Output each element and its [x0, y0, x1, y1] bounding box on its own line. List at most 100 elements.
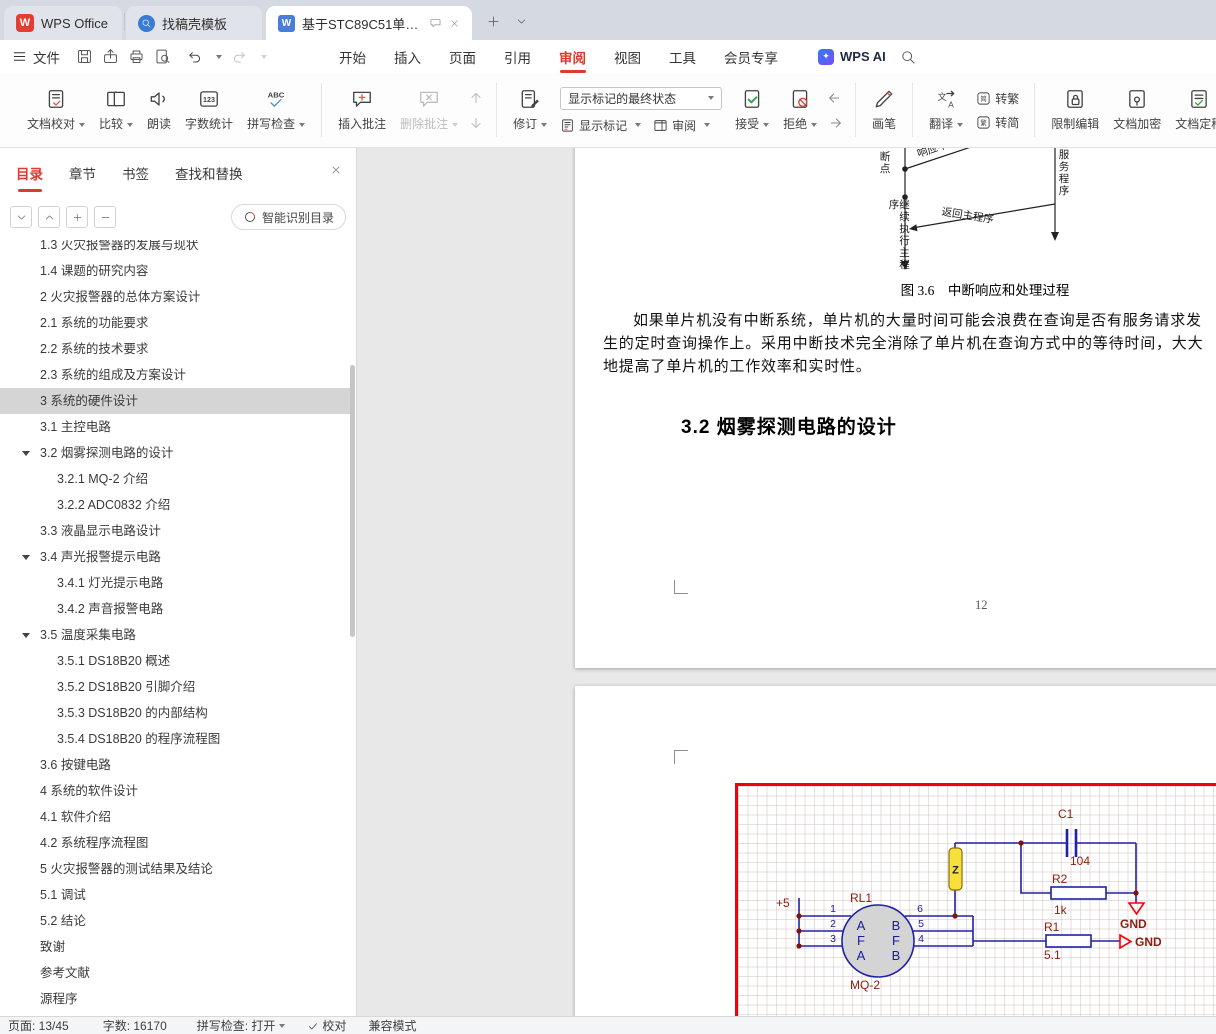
document-canvas[interactable]: 断点 继续执行主程序 中断服务程序 响应中断 返回主程序 图 3.6 中断响应和… [357, 148, 1216, 1016]
review-pane-button[interactable]: 审阅 [653, 117, 711, 134]
toc-item[interactable]: 3.6 按键电路 [0, 752, 350, 778]
ribbon-spell-check-button[interactable]: ABC 拼写检查 [240, 83, 312, 137]
menu-tab-insert[interactable]: 插入 [380, 40, 435, 73]
toc-expand-arrow-icon[interactable] [22, 633, 30, 638]
save-icon[interactable] [76, 48, 93, 65]
menu-tab-member[interactable]: 会员专享 [710, 40, 792, 73]
close-sidebar-icon[interactable] [330, 164, 342, 176]
sidebar-tab-contents[interactable]: 目录 [16, 148, 43, 198]
previous-revision-icon[interactable] [826, 89, 844, 107]
toc-item[interactable]: 3.4.1 灯光提示电路 [0, 570, 350, 596]
menu-tab-review[interactable]: 审阅 [545, 40, 600, 73]
toc-item[interactable]: 源程序 [0, 986, 350, 1012]
next-comment-icon[interactable] [467, 114, 485, 132]
zoom-out-outline-button[interactable] [94, 206, 116, 228]
toc-item[interactable]: 3.5.1 DS18B20 概述 [0, 648, 350, 674]
previous-comment-icon[interactable] [467, 89, 485, 107]
sidebar-tab-bookmarks[interactable]: 书签 [122, 148, 149, 198]
ribbon-insert-comment-button[interactable]: 插入批注 [331, 83, 393, 137]
toc-item[interactable]: 3.5.3 DS18B20 的内部结构 [0, 700, 350, 726]
toc-item[interactable]: 5.1 调试 [0, 882, 350, 908]
status-proofread[interactable]: 校对 [307, 1017, 346, 1034]
collapse-all-button[interactable] [10, 206, 32, 228]
search-icon[interactable] [900, 49, 916, 65]
toc-item[interactable]: 参考文献 [0, 960, 350, 986]
ribbon-read-aloud-button[interactable]: 朗读 [140, 83, 178, 137]
zoom-in-outline-button[interactable] [66, 206, 88, 228]
menu-tab-page[interactable]: 页面 [435, 40, 490, 73]
ribbon-pen-button[interactable]: 画笔 [865, 83, 903, 137]
toc-item[interactable]: 1.4 课题的研究内容 [0, 258, 350, 284]
menu-tab-tools[interactable]: 工具 [655, 40, 710, 73]
toc-item[interactable]: 5 火灾报警器的测试结果及结论 [0, 856, 350, 882]
toc-item[interactable]: 4 系统的软件设计 [0, 778, 350, 804]
tab-document[interactable]: W 基于STC89C51单片机的无线... [266, 6, 472, 40]
print-preview-icon[interactable] [154, 48, 171, 65]
menu-tab-view[interactable]: 视图 [600, 40, 655, 73]
ribbon-encrypt-button[interactable]: 文档加密 [1106, 83, 1168, 137]
toc-item[interactable]: 3.4.2 声音报警电路 [0, 596, 350, 622]
print-icon[interactable] [128, 48, 145, 65]
close-tab-icon[interactable] [449, 18, 460, 29]
toc-item[interactable]: 5.2 结论 [0, 908, 350, 934]
sidebar-tab-chapters[interactable]: 章节 [69, 148, 96, 198]
new-tab-button[interactable] [482, 10, 504, 32]
undo-caret[interactable] [216, 54, 222, 59]
ribbon-reject-button[interactable]: 拒绝 [776, 83, 824, 137]
ribbon-word-count-button[interactable]: 123 字数统计 [178, 83, 240, 137]
ribbon-delete-comment-button[interactable]: 删除批注 [393, 83, 465, 137]
sidebar-scrollbar[interactable] [350, 365, 355, 637]
toc-expand-arrow-icon[interactable] [22, 451, 30, 456]
menu-tab-reference[interactable]: 引用 [490, 40, 545, 73]
toc-item[interactable]: 4.2 系统程序流程图 [0, 830, 350, 856]
status-spellcheck[interactable]: 拼写检查: 打开 [197, 1017, 286, 1034]
traditional-to-simplified-button[interactable]: 繁 转简 [976, 114, 1019, 131]
toc-item[interactable]: 3.5.4 DS18B20 的程序流程图 [0, 726, 350, 752]
toc-item[interactable]: 3.5.2 DS18B20 引脚介绍 [0, 674, 350, 700]
redo-icon[interactable] [231, 48, 248, 65]
ribbon-accept-button[interactable]: 接受 [728, 83, 776, 137]
toc-item[interactable]: 3.5 温度采集电路 [0, 622, 350, 648]
smart-toc-button[interactable]: 智能识别目录 [230, 204, 346, 230]
toc-item[interactable]: 3.3 液晶显示电路设计 [0, 518, 350, 544]
export-icon[interactable] [102, 48, 119, 65]
toc-item[interactable]: 致谢 [0, 934, 350, 960]
toc-item[interactable]: 3.4 声光报警提示电路 [0, 544, 350, 570]
toc-item[interactable]: 3.2 烟雾探测电路的设计 [0, 440, 350, 466]
show-marks-button[interactable]: 显示标记 [560, 117, 642, 134]
sidebar-tab-find-replace[interactable]: 查找和替换 [175, 148, 243, 198]
status-compat-mode[interactable]: 兼容模式 [368, 1017, 416, 1034]
toc-item[interactable]: 2.3 系统的组成及方案设计 [0, 362, 350, 388]
toc-item[interactable]: 4.1 软件介绍 [0, 804, 350, 830]
ribbon-track-changes-button[interactable]: 修订 [506, 83, 554, 137]
status-word-count[interactable]: 字数: 16170 [103, 1017, 167, 1034]
ribbon-finalize-button[interactable]: 文档定稿 [1168, 83, 1216, 137]
simplified-to-traditional-button[interactable]: 简 转繁 [976, 90, 1019, 107]
toc-item[interactable]: 2.1 系统的功能要求 [0, 310, 350, 336]
file-menu-button[interactable]: 文件 [12, 47, 60, 67]
ribbon-restrict-editing-button[interactable]: 限制编辑 [1044, 83, 1106, 137]
undo-icon[interactable] [186, 48, 203, 65]
ribbon-compare-button[interactable]: 比较 [92, 83, 140, 137]
expand-all-button[interactable] [38, 206, 60, 228]
wps-ai-button[interactable]: ✦ WPS AI [818, 48, 886, 65]
redo-caret[interactable] [261, 54, 267, 59]
status-page-indicator[interactable]: 页面: 13/45 [8, 1017, 69, 1034]
tab-docer-template[interactable]: 找稿壳模板 [126, 6, 262, 40]
next-revision-icon[interactable] [826, 114, 844, 132]
tab-wps-office[interactable]: W WPS Office [4, 6, 122, 40]
display-state-dropdown[interactable]: 显示标记的最终状态 [560, 86, 723, 110]
toc-item[interactable]: 1.3 火灾报警器的发展与现状 [0, 240, 350, 258]
ribbon-translate-button[interactable]: 文A 翻译 [922, 83, 970, 137]
toc-item[interactable]: 2.2 系统的技术要求 [0, 336, 350, 362]
comment-bubble-icon[interactable] [429, 17, 442, 30]
toc-item[interactable]: 3 系统的硬件设计 [0, 388, 350, 414]
tab-list-caret[interactable] [510, 10, 532, 32]
toc-item[interactable]: 3.1 主控电路 [0, 414, 350, 440]
toc-item[interactable]: 3.2.2 ADC0832 介绍 [0, 492, 350, 518]
menu-tab-home[interactable]: 开始 [325, 40, 380, 73]
toc-item[interactable]: 3.2.1 MQ-2 介绍 [0, 466, 350, 492]
ribbon-doc-proofread-button[interactable]: 文档校对 [20, 83, 92, 137]
toc-item[interactable]: 2 火灾报警器的总体方案设计 [0, 284, 350, 310]
toc-expand-arrow-icon[interactable] [22, 555, 30, 560]
